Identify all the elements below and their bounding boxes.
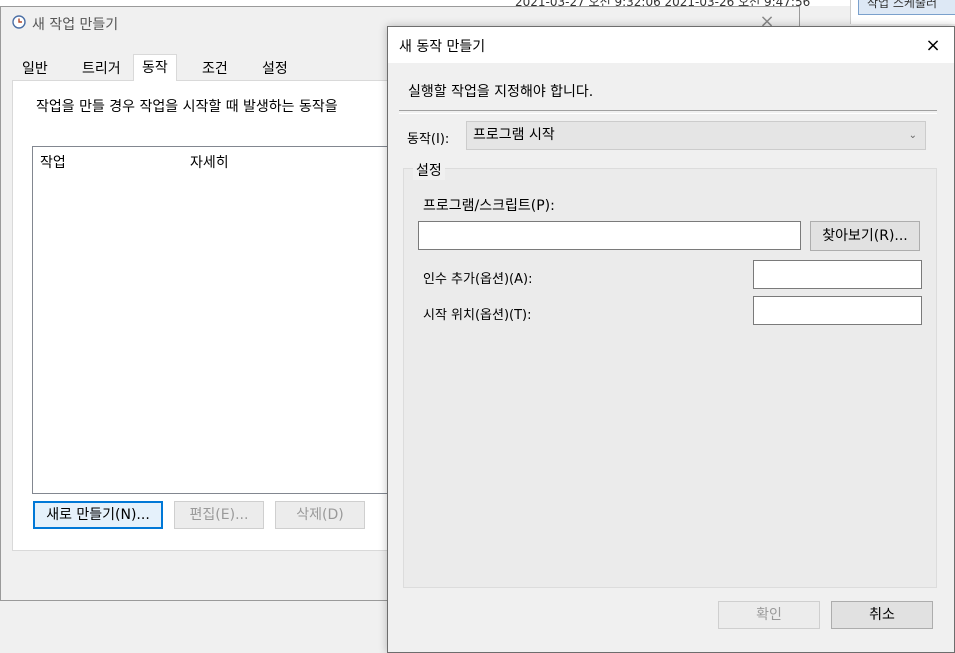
parent-window-title: 새 작업 만들기 <box>32 17 119 33</box>
arguments-label: 인수 추가(옵션)(A): <box>423 272 533 287</box>
edit-action-button[interactable]: 편집(E)... <box>174 501 264 529</box>
start-in-label: 시작 위치(옵션)(T): <box>423 308 532 323</box>
tab-settings[interactable]: 설정 <box>254 58 296 80</box>
actions-list[interactable] <box>32 146 392 494</box>
tab-general[interactable]: 일반 <box>14 58 56 80</box>
column-header-details[interactable]: 자세히 <box>190 152 229 172</box>
start-in-input[interactable] <box>753 296 922 325</box>
chevron-down-icon: ⌄ <box>908 130 917 141</box>
cancel-button[interactable]: 취소 <box>831 601 933 629</box>
program-label: 프로그램/스크립트(P): <box>423 198 555 214</box>
program-input[interactable] <box>418 221 801 250</box>
tab-triggers[interactable]: 트리거 <box>74 58 129 80</box>
new-action-button[interactable]: 새로 만들기(N)... <box>33 501 163 529</box>
actions-description: 작업을 만들 경우 작업을 시작할 때 발생하는 동작을 <box>36 99 338 115</box>
close-icon[interactable]: × <box>923 36 943 56</box>
action-select-value: 프로그램 시작 <box>473 127 555 143</box>
background-right-tab: 작업 스케줄러 <box>858 0 955 15</box>
ok-button[interactable]: 확인 <box>718 601 820 629</box>
tab-actions[interactable]: 동작 <box>133 54 177 81</box>
column-header-action[interactable]: 작업 <box>40 152 66 172</box>
instruction-separator <box>399 110 937 114</box>
new-action-title: 새 동작 만들기 <box>399 39 486 55</box>
settings-legend: 설정 <box>413 160 445 180</box>
instruction-text: 실행할 작업을 지정해야 합니다. <box>408 84 594 100</box>
clock-icon <box>12 15 26 29</box>
tab-conditions[interactable]: 조건 <box>194 58 236 80</box>
action-select[interactable]: 프로그램 시작 ⌄ <box>466 121 926 150</box>
background-right-tab-label: 작업 스케줄러 <box>867 0 938 10</box>
browse-button[interactable]: 찾아보기(R)... <box>810 221 920 251</box>
action-label: 동작(I): <box>407 132 450 147</box>
arguments-input[interactable] <box>753 260 922 289</box>
delete-action-button[interactable]: 삭제(D) <box>275 501 365 529</box>
